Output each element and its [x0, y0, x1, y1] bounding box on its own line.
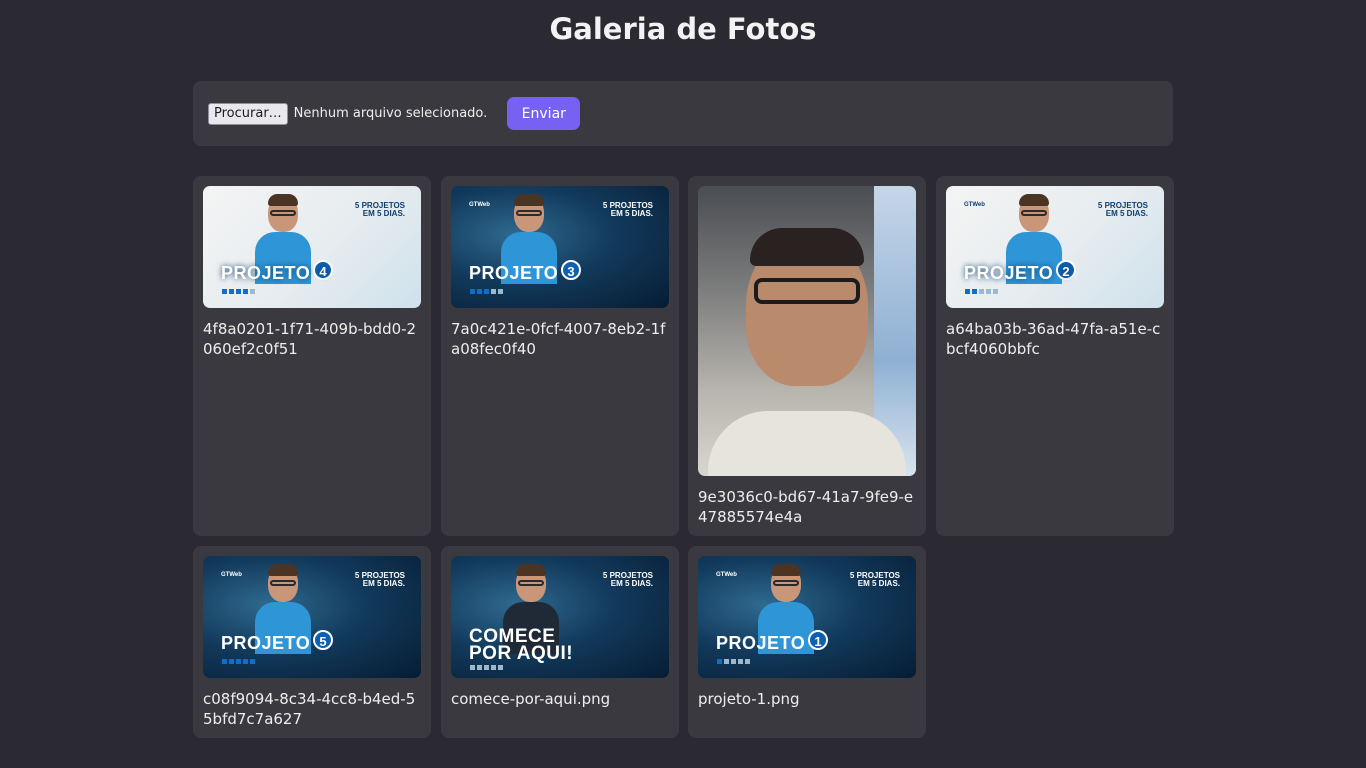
thumbnail-title: PROJETO 4	[221, 260, 334, 284]
selected-file-status: Nenhum arquivo selecionado.	[293, 106, 488, 121]
thumbnail-tag: 5 PROJETOS EM 5 DIAS.	[1097, 201, 1148, 218]
project-number-badge: 4	[313, 260, 334, 280]
brand-logo: GTWeb	[469, 202, 490, 208]
thumbnail-tag: 5 PROJETOS EM 5 DIAS.	[849, 571, 900, 588]
gallery-thumbnail[interactable]: 5 PROJETOS EM 5 DIAS. PROJETO 4	[203, 186, 421, 308]
gallery-card[interactable]: 9e3036c0-bd67-41a7-9fe9-e47885574e4a	[688, 176, 926, 536]
project-number-badge: 1	[808, 630, 829, 650]
photo-caption: a64ba03b-36ad-47fa-a51e-cbcf4060bbfc	[946, 320, 1161, 358]
brand-logo: GTWeb	[716, 572, 737, 578]
gallery-card[interactable]: GTWeb 5 PROJETOS EM 5 DIAS. PROJETO 1 pro…	[688, 546, 926, 738]
project-number-badge: 2	[1056, 260, 1077, 280]
gallery-card[interactable]: GTWeb 5 PROJETOS EM 5 DIAS. PROJETO 5 c08…	[193, 546, 431, 738]
gallery-card[interactable]: GTWeb 5 PROJETOS EM 5 DIAS. PROJETO 3 7a0…	[441, 176, 679, 536]
page-title: Galeria de Fotos	[549, 12, 817, 46]
thumbnail-title: PROJETO 2	[964, 260, 1077, 284]
thumbnail-tag: 5 PROJETOS EM 5 DIAS.	[354, 201, 405, 218]
thumbnail-title: PROJETO 5	[221, 630, 334, 654]
thumbnail-tag: 5 PROJETOS EM 5 DIAS.	[354, 571, 405, 588]
progress-dots	[222, 659, 255, 664]
shirt	[708, 411, 906, 476]
gallery-card[interactable]: GTWeb 5 PROJETOS EM 5 DIAS. PROJETO 2 a64…	[936, 176, 1174, 536]
gallery-thumbnail[interactable]: GTWeb 5 PROJETOS EM 5 DIAS. PROJETO 3	[451, 186, 669, 308]
send-button[interactable]: Enviar	[507, 97, 581, 130]
photo-caption: 7a0c421e-0fcf-4007-8eb2-1fa08fec0f40	[451, 320, 666, 358]
progress-dots	[470, 289, 503, 294]
hair	[750, 228, 864, 266]
thumbnail-tag: 5 PROJETOS EM 5 DIAS.	[602, 571, 653, 588]
gallery-card[interactable]: 5 PROJETOS EM 5 DIAS. COMECE POR AQUI! c…	[441, 546, 679, 738]
gallery-card[interactable]: 5 PROJETOS EM 5 DIAS. PROJETO 4 4f8a0201-…	[193, 176, 431, 536]
thumbnail-title: PROJETO 1	[716, 630, 829, 654]
photo-caption: c08f9094-8c34-4cc8-b4ed-55bfd7c7a627	[203, 690, 416, 728]
progress-dots	[470, 665, 503, 670]
progress-dots	[965, 289, 998, 294]
thumbnail-title: COMECE POR AQUI!	[469, 626, 574, 664]
glasses	[754, 278, 860, 304]
project-number-badge: 5	[313, 630, 334, 650]
gallery-thumbnail[interactable]: GTWeb 5 PROJETOS EM 5 DIAS. PROJETO 1	[698, 556, 916, 678]
browse-file-button[interactable]: Procurar…	[208, 102, 288, 125]
gallery-thumbnail[interactable]	[698, 186, 916, 476]
photo-caption: 4f8a0201-1f71-409b-bdd0-2060ef2c0f51	[203, 320, 417, 358]
photo-caption: comece-por-aqui.png	[451, 690, 611, 708]
project-number-badge: 3	[561, 260, 582, 280]
gallery-thumbnail[interactable]: 5 PROJETOS EM 5 DIAS. COMECE POR AQUI!	[451, 556, 669, 678]
thumbnail-tag: 5 PROJETOS EM 5 DIAS.	[602, 201, 653, 218]
photo-caption: 9e3036c0-bd67-41a7-9fe9-e47885574e4a	[698, 488, 914, 526]
progress-dots	[717, 659, 750, 664]
photo-caption: projeto-1.png	[698, 690, 800, 708]
brand-logo: GTWeb	[964, 202, 985, 208]
brand-logo: GTWeb	[221, 572, 242, 578]
upload-form: Procurar… Nenhum arquivo selecionado. En…	[193, 81, 1173, 146]
gallery-thumbnail[interactable]: GTWeb 5 PROJETOS EM 5 DIAS. PROJETO 2	[946, 186, 1164, 308]
thumbnail-title: PROJETO 3	[469, 260, 582, 284]
progress-dots	[222, 289, 255, 294]
gallery-thumbnail[interactable]: GTWeb 5 PROJETOS EM 5 DIAS. PROJETO 5	[203, 556, 421, 678]
